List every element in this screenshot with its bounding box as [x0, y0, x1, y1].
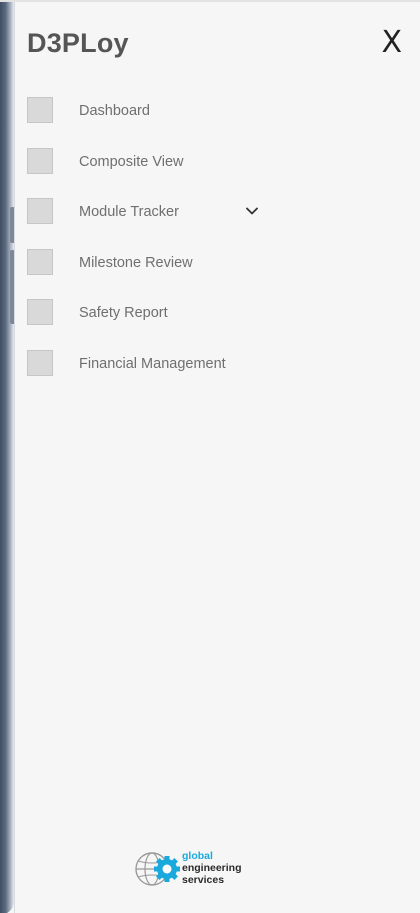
placeholder-square-icon: [27, 349, 53, 376]
nav-menu: Dashboard Composite View Module Tracker …: [15, 94, 420, 397]
logo-text-line: global: [182, 850, 213, 862]
menu-item-label: Milestone Review: [79, 254, 193, 271]
logo-text-line: engineering: [182, 862, 242, 874]
menu-item-financial-management[interactable]: Financial Management: [15, 347, 420, 398]
app-title: D3PLoy: [27, 28, 129, 58]
globe-gear-icon: [135, 852, 180, 886]
menu-item-label: Financial Management: [79, 355, 226, 372]
chevron-down-icon[interactable]: [245, 204, 259, 218]
company-logo: global engineering services: [134, 848, 264, 890]
menu-item-milestone-review[interactable]: Milestone Review: [15, 246, 420, 297]
placeholder-square-icon: [27, 198, 53, 224]
menu-item-composite-view[interactable]: Composite View: [15, 145, 420, 196]
logo-text: global engineering services: [182, 850, 242, 886]
placeholder-square-icon: [27, 248, 53, 275]
menu-item-safety-report[interactable]: Safety Report: [15, 296, 420, 347]
menu-item-module-tracker[interactable]: Module Tracker: [15, 195, 420, 246]
navigation-drawer: D3PLoy X Dashboard Composite View Module…: [14, 2, 420, 913]
placeholder-square-icon: [27, 147, 53, 174]
menu-item-label: Composite View: [79, 153, 184, 170]
menu-item-label: Dashboard: [79, 103, 150, 119]
placeholder-square-icon: [27, 97, 53, 123]
device-bezel: [0, 2, 15, 913]
menu-item-label: Module Tracker: [79, 204, 179, 220]
close-button[interactable]: X: [381, 28, 402, 58]
logo-text-line: services: [182, 874, 225, 886]
placeholder-square-icon: [27, 299, 53, 325]
menu-item-dashboard[interactable]: Dashboard: [15, 94, 420, 145]
app-frame: D3PLoy X Dashboard Composite View Module…: [0, 0, 420, 913]
menu-item-label: Safety Report: [79, 305, 168, 321]
